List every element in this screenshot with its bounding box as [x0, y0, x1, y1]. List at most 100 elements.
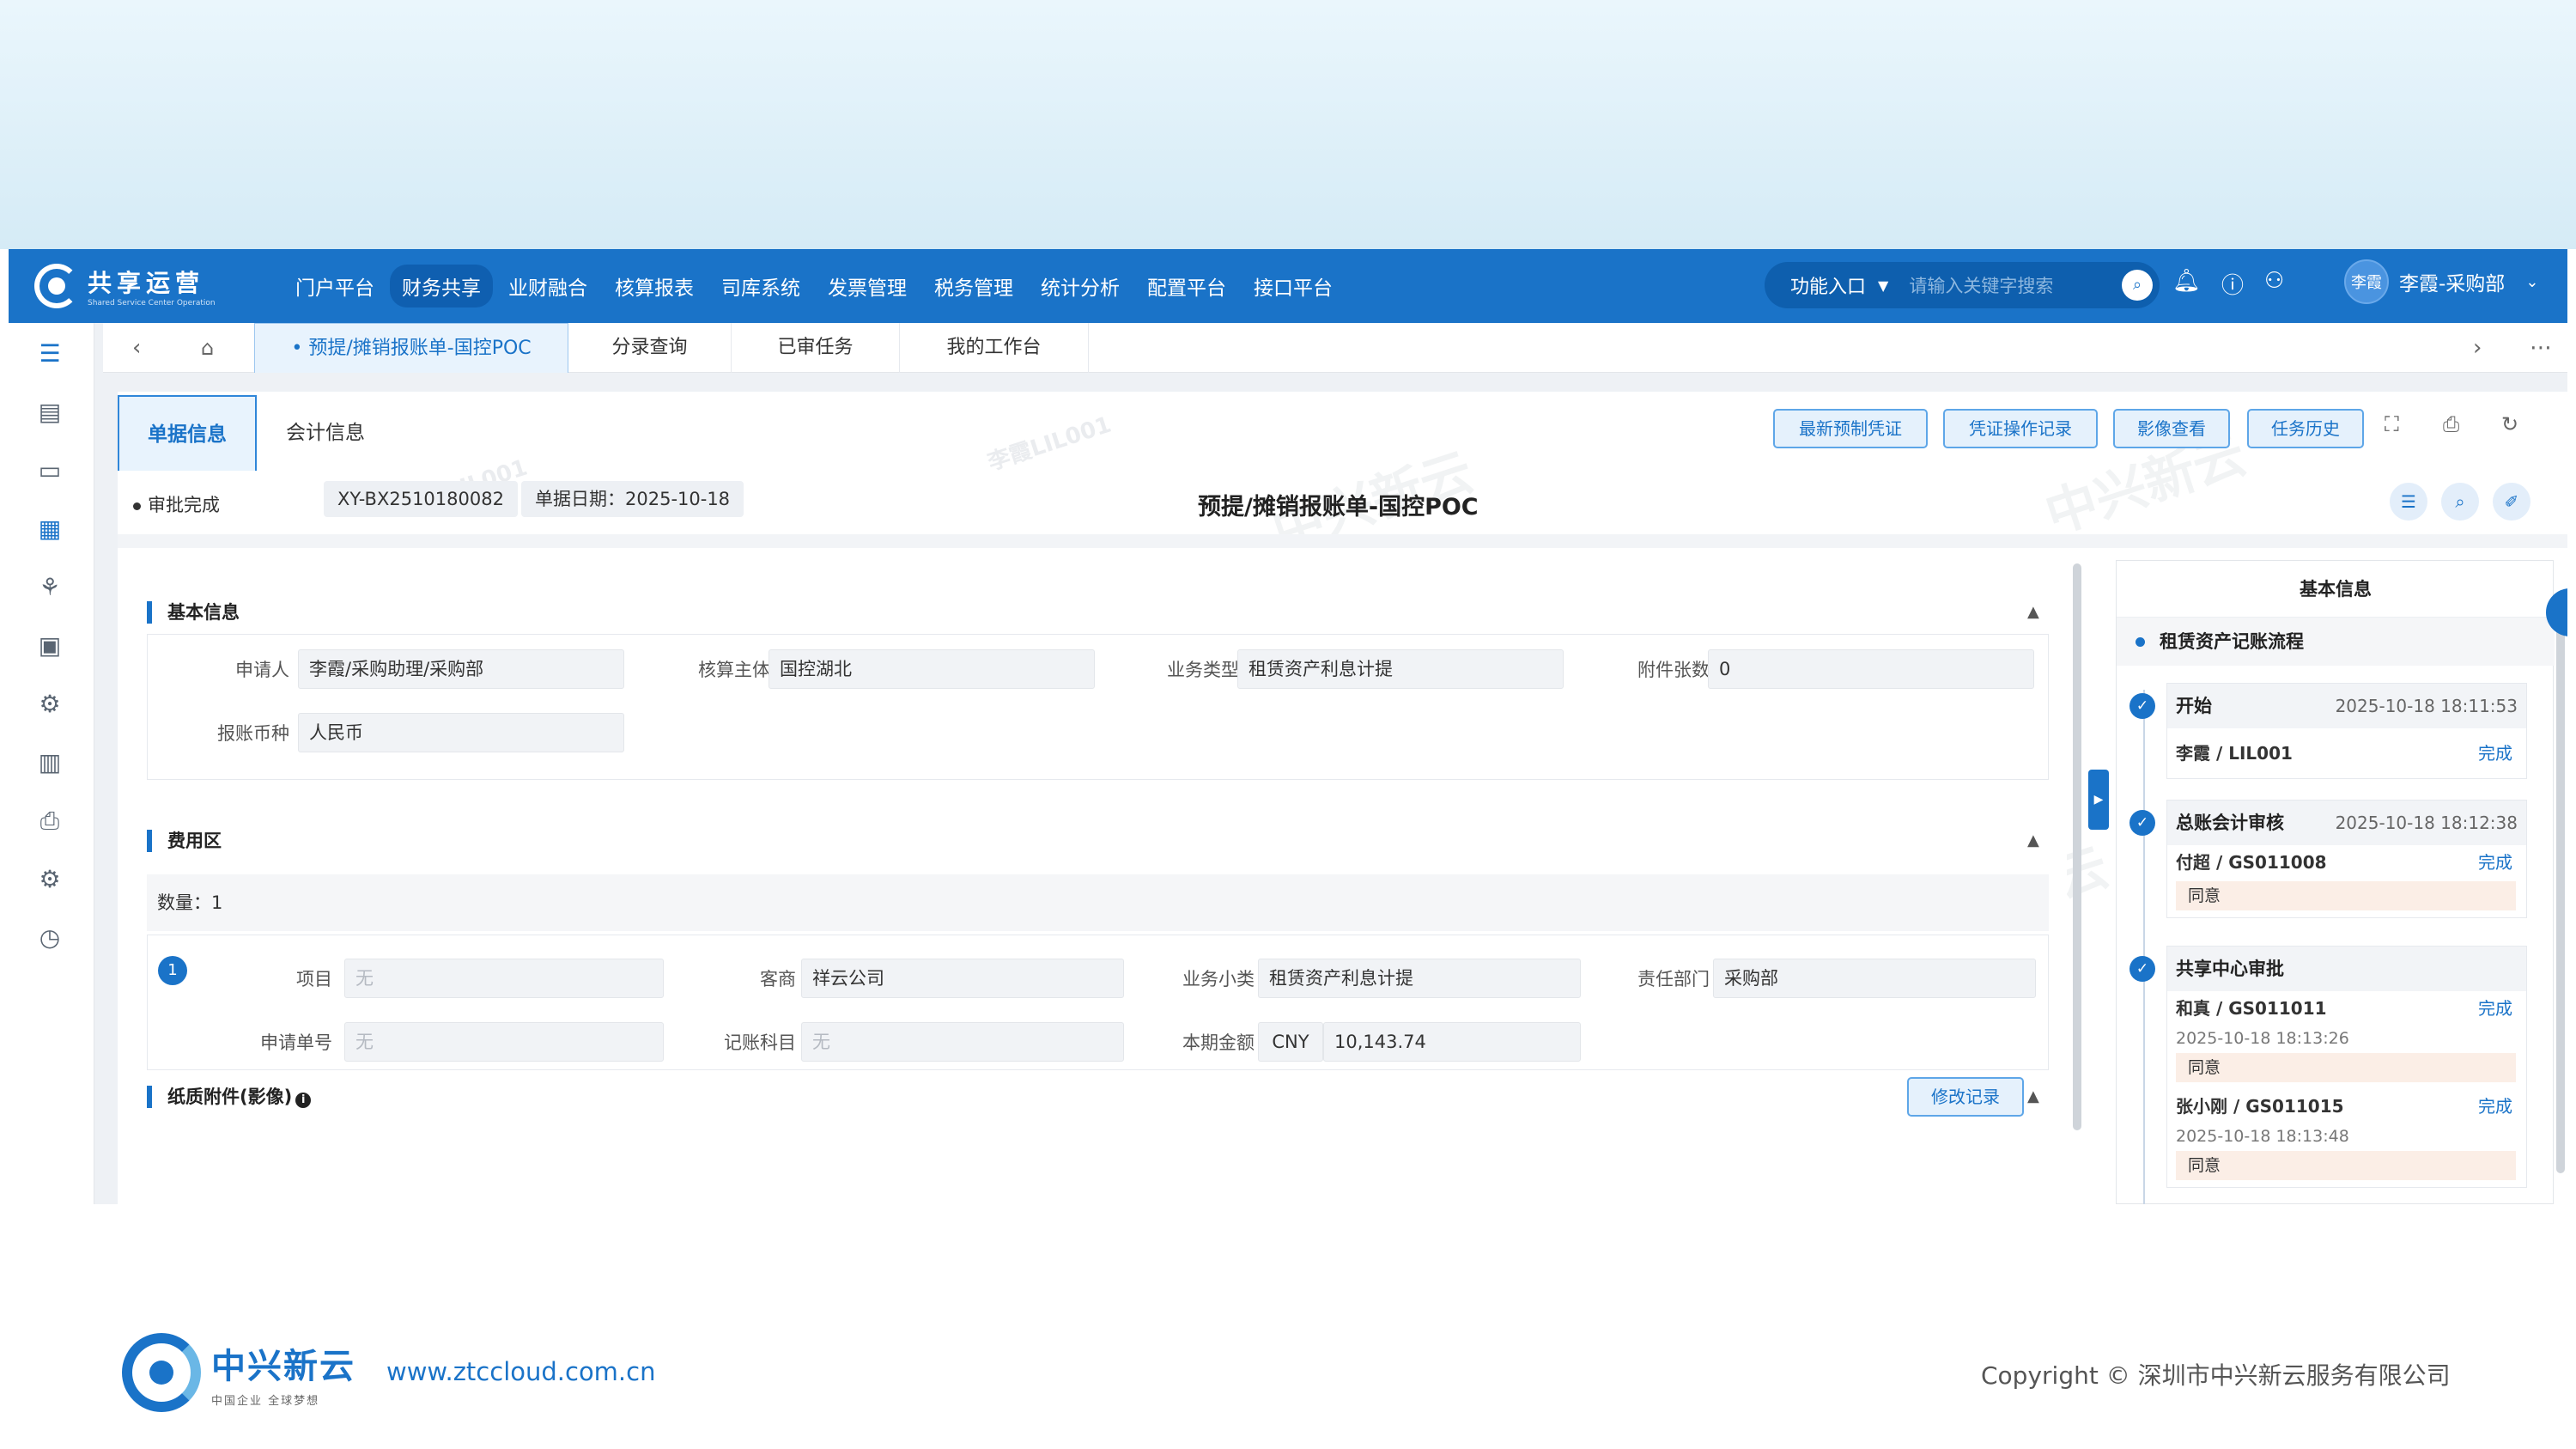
tab-my-workbench[interactable]: 我的工作台: [900, 323, 1089, 373]
section-basic-info: 基本信息: [147, 601, 240, 624]
info-icon[interactable]: i: [295, 1093, 312, 1108]
collapse-icon[interactable]: ▲: [2027, 831, 2039, 849]
project-field[interactable]: 无: [344, 959, 664, 998]
applicant-field[interactable]: 李霞/采购助理/采购部: [298, 649, 624, 689]
step-time: 2025-10-18 18:11:53: [2335, 696, 2518, 716]
amount-field[interactable]: 10,143.74: [1323, 1022, 1581, 1062]
modify-log-button[interactable]: 修改记录: [1907, 1077, 2024, 1117]
app-logo[interactable]: 共享运营 Shared Service Center Operation: [34, 264, 258, 308]
nav-item-invoice[interactable]: 发票管理: [816, 265, 919, 307]
approver: 张小刚 / GS011015: [2176, 1096, 2344, 1117]
business-subclass-field[interactable]: 租赁资产利息计提: [1258, 959, 1581, 998]
list-icon[interactable]: ▤: [34, 397, 65, 428]
nav-item-interface[interactable]: 接口平台: [1242, 265, 1345, 307]
panel-title: 基本信息: [2117, 561, 2555, 618]
business-type-field[interactable]: 租赁资产利息计提: [1237, 649, 1564, 689]
document-card: 中兴新云 中兴新云 中兴新云 中兴新云 中兴新云 中兴新云 李霞LIL001 李…: [118, 392, 2567, 1204]
nav-item-portal[interactable]: 门户平台: [283, 265, 386, 307]
latest-voucher-button[interactable]: 最新预制凭证: [1773, 409, 1928, 448]
footer-website[interactable]: www.ztccloud.com.cn: [386, 1357, 655, 1386]
nav-item-tax[interactable]: 税务管理: [922, 265, 1025, 307]
currency-field[interactable]: 人民币: [298, 713, 624, 752]
footer-copyright: Copyright © 深圳市中兴新云服务有限公司: [1981, 1361, 2451, 1390]
nav-item-statistics[interactable]: 统计分析: [1029, 265, 1132, 307]
chevron-right-icon[interactable]: ›: [2473, 323, 2482, 373]
collapse-icon[interactable]: ▲: [2027, 1087, 2039, 1105]
tab-entry-query[interactable]: 分录查询: [568, 323, 732, 373]
collapse-icon[interactable]: ▲: [2027, 603, 2039, 621]
app-title: 共享运营: [88, 269, 205, 297]
fullscreen-icon[interactable]: ⛶: [2385, 412, 2399, 436]
nav-item-business-finance[interactable]: 业财融合: [496, 265, 599, 307]
print-icon[interactable]: ⎙: [2443, 412, 2459, 436]
more-icon[interactable]: ⋯: [2530, 323, 2552, 373]
gear-icon[interactable]: ⚙: [34, 689, 65, 720]
department-field[interactable]: 采购部: [1713, 959, 2036, 998]
pin-icon[interactable]: ✐: [2493, 483, 2530, 521]
panel-scrollbar[interactable]: [2556, 606, 2565, 1173]
tab-accounting-info[interactable]: 会计信息: [286, 395, 365, 471]
monitor-icon[interactable]: ▭: [34, 455, 65, 486]
user-menu[interactable]: 李霞 李霞-采购部 ⌄: [2344, 259, 2538, 304]
form-scrollbar[interactable]: [2073, 563, 2081, 1130]
section-paper-attachments: 纸质附件(影像) i: [147, 1086, 312, 1108]
approval-time: 2025-10-18 18:13:48: [2176, 1127, 2349, 1146]
accounting-entity-field[interactable]: 国控湖北: [769, 649, 1095, 689]
divider: [118, 534, 2567, 548]
slide-header-band: [0, 0, 2576, 249]
tab-reviewed-tasks[interactable]: 已审任务: [732, 323, 900, 373]
account-subject-field[interactable]: 无: [801, 1022, 1124, 1062]
row-number-badge: 1: [158, 956, 187, 985]
nav-item-accounting-reports[interactable]: 核算报表: [603, 265, 706, 307]
tab-reimbursement[interactable]: • 预提/摊销报账单-国控POC: [254, 323, 568, 373]
footer-brand: 中兴新云: [211, 1346, 355, 1386]
menu-icon[interactable]: ☰: [34, 338, 65, 369]
page-tabs: ‹ ⌂ • 预提/摊销报账单-国控POC 分录查询 已审任务 我的工作台 › ⋯: [103, 323, 2567, 373]
list-view-icon[interactable]: ☰: [2390, 483, 2427, 521]
vendor-field[interactable]: 祥云公司: [801, 959, 1124, 998]
task-history-button[interactable]: 任务历史: [2247, 409, 2364, 448]
home-icon[interactable]: ⌂: [201, 323, 214, 373]
panel-toggle-icon[interactable]: ▶: [2088, 770, 2109, 830]
user-name: 李霞-采购部: [2399, 273, 2506, 295]
voucher-log-button[interactable]: 凭证操作记录: [1943, 409, 2098, 448]
step-status: 完成: [2478, 1096, 2512, 1117]
search-input[interactable]: 请输入关键字搜索: [1909, 272, 2053, 298]
field-label: 申请单号: [260, 1032, 332, 1053]
currency-code: CNY: [1258, 1022, 1323, 1062]
dashboard-icon[interactable]: ▣: [34, 630, 65, 661]
settings-icon[interactable]: ⚙: [34, 864, 65, 895]
brand-logo-icon: [122, 1333, 201, 1412]
field-label: 本期金额: [1182, 1032, 1255, 1053]
nav-item-treasury[interactable]: 司库系统: [709, 265, 812, 307]
help-icon[interactable]: ⓘ: [2221, 268, 2244, 300]
org-chart-icon[interactable]: ⚘: [34, 572, 65, 603]
nav-item-config[interactable]: 配置平台: [1135, 265, 1238, 307]
bell-icon[interactable]: 🔔︎: [2172, 268, 2201, 300]
chevron-left-icon[interactable]: ‹: [132, 323, 141, 373]
app-screenshot: 共享运营 Shared Service Center Operation 门户平…: [9, 249, 2567, 1204]
approval-step: 共享中心审批 和真 / GS011011 完成 2025-10-18 18:13:…: [2166, 946, 2527, 1188]
tab-document-info[interactable]: 单据信息: [118, 395, 257, 471]
approval-comment: 同意: [2176, 1053, 2516, 1082]
user-settings-icon[interactable]: ⚇: [2264, 268, 2284, 300]
function-entry-dropdown[interactable]: 功能入口: [1790, 271, 1866, 299]
history-icon[interactable]: ◷: [34, 922, 65, 953]
printer-icon[interactable]: ⎙: [34, 806, 65, 837]
avatar: 李霞: [2344, 259, 2389, 304]
top-navbar: 共享运营 Shared Service Center Operation 门户平…: [9, 249, 2567, 323]
app-subtitle: Shared Service Center Operation: [88, 299, 216, 307]
footer-logo: 中兴新云 中国企业 全球梦想: [122, 1333, 355, 1412]
zoom-icon[interactable]: ⌕: [2441, 483, 2479, 521]
attachment-count-field[interactable]: 0: [1708, 649, 2034, 689]
search-icon[interactable]: ⌕: [2122, 270, 2153, 301]
nav-item-finance-share[interactable]: 财务共享: [390, 265, 493, 307]
caret-down-icon[interactable]: ▼: [1878, 277, 1888, 294]
step-name: 总账会计审核: [2176, 813, 2284, 833]
image-view-button[interactable]: 影像查看: [2113, 409, 2230, 448]
document-icon[interactable]: ▦: [34, 514, 65, 545]
application-number-field[interactable]: 无: [344, 1022, 664, 1062]
approval-time: 2025-10-18 18:13:26: [2176, 1029, 2349, 1048]
archive-icon[interactable]: ▥: [34, 747, 65, 778]
refresh-icon[interactable]: ↻: [2501, 412, 2518, 436]
